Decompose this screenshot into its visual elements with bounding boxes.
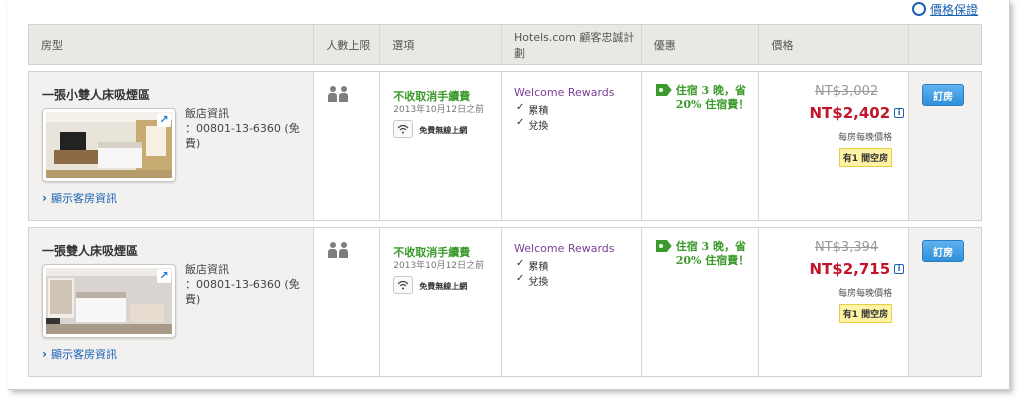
price-guarantee-icon xyxy=(912,2,926,16)
book-cell: 訂房 xyxy=(909,72,981,220)
show-room-info-link[interactable]: › 顯示客房資訊 xyxy=(42,190,117,206)
table-row: 一張雙人床吸煙區 ↗ 飯店資訊 ：00801-13-6360 (免費) › 顯示… xyxy=(28,227,982,377)
chevron-right-icon: › xyxy=(42,347,47,361)
room-photo[interactable]: ↗ xyxy=(42,108,176,182)
reward-item-redeem: ✓ 兌換 xyxy=(516,273,549,288)
options-cell: 不收取消手續費 2013年10月12日之前 免費無線上網 xyxy=(380,228,503,376)
column-header-room-type: 房型 xyxy=(29,25,315,64)
column-header-book xyxy=(909,25,981,64)
per-night-label: 每房每晚價格 xyxy=(838,133,893,143)
room-photo[interactable]: ↗ xyxy=(42,264,176,338)
price-cell: NT$3,394 NT$2,715 i 每房每晚價格 有1 間空房 xyxy=(759,228,910,376)
column-header-price: 價格 xyxy=(759,25,910,64)
welcome-rewards-title: Welcome Rewards xyxy=(514,242,615,255)
original-price: NT$3,002 xyxy=(815,84,879,99)
check-icon: ✓ xyxy=(516,258,525,269)
expand-arrow-icon[interactable]: ↗ xyxy=(157,269,171,283)
original-price: NT$3,394 xyxy=(815,240,879,255)
room-photo-image xyxy=(46,112,172,178)
tag-icon xyxy=(655,84,672,96)
cancel-deadline: 2013年10月12日之前 xyxy=(393,105,485,115)
wifi-icon xyxy=(393,120,414,138)
room-name: 一張雙人床吸煙區 xyxy=(42,244,139,258)
column-header-options: 選項 xyxy=(380,25,502,64)
wifi-label: 免費無線上網 xyxy=(419,282,468,291)
people-icon xyxy=(328,242,349,258)
room-name: 一張小雙人床吸煙區 xyxy=(42,88,151,102)
deal-text: 住宿 3 晚，省 20% 住宿費！ xyxy=(675,240,750,267)
price-guarantee-link[interactable]: 價格保證 xyxy=(912,0,978,16)
hotel-phone: ：00801-13-6360 (免費) xyxy=(185,278,300,306)
wifi-icon xyxy=(393,276,414,294)
offer-cell: 住宿 3 晚，省 20% 住宿費！ xyxy=(642,72,760,220)
expand-arrow-icon[interactable]: ↗ xyxy=(157,113,171,127)
show-room-info-link[interactable]: › 顯示客房資訊 xyxy=(42,346,117,362)
check-icon: ✓ xyxy=(516,117,525,128)
show-room-info-label[interactable]: 顯示客房資訊 xyxy=(51,190,117,206)
people-icon xyxy=(328,86,349,102)
room-rates-table: 房型 人數上限 選項 Hotels.com 顧客忠誠計劃 優惠 價格 一張小雙人… xyxy=(28,24,982,377)
cancel-deadline: 2013年10月12日之前 xyxy=(393,261,485,271)
reward-item-earn: ✓ 累積 xyxy=(516,258,549,273)
loyalty-cell: Welcome Rewards ✓ 累積 ✓ 兌換 xyxy=(502,228,642,376)
book-cell: 訂房 xyxy=(909,228,981,376)
hotel-phone: ：00801-13-6360 (免費) xyxy=(185,122,300,150)
price-cell: NT$3,002 NT$2,402 i 每房每晚價格 有1 間空房 xyxy=(759,72,910,220)
wifi-label: 免費無線上網 xyxy=(419,126,468,135)
discounted-price: NT$2,402 xyxy=(809,104,891,122)
chevron-right-icon: › xyxy=(42,191,47,205)
hotel-info: 飯店資訊 ：00801-13-6360 (免費) xyxy=(185,106,313,151)
room-type-cell: 一張雙人床吸煙區 ↗ 飯店資訊 ：00801-13-6360 (免費) › 顯示… xyxy=(29,228,315,376)
column-header-loyalty: Hotels.com 顧客忠誠計劃 xyxy=(502,25,642,64)
hotel-info-label: 飯店資訊 xyxy=(185,107,229,120)
book-button[interactable]: 訂房 xyxy=(922,84,965,106)
max-guests-cell xyxy=(314,72,381,220)
tag-icon xyxy=(655,240,672,252)
price-guarantee-label[interactable]: 價格保證 xyxy=(930,4,978,16)
deal-text: 住宿 3 晚，省 20% 住宿費！ xyxy=(675,84,750,111)
offer-cell: 住宿 3 晚，省 20% 住宿費！ xyxy=(642,228,760,376)
room-photo-image xyxy=(46,268,172,334)
info-icon[interactable]: i xyxy=(894,108,905,118)
options-cell: 不收取消手續費 2013年10月12日之前 免費無線上網 xyxy=(380,72,503,220)
info-icon[interactable]: i xyxy=(894,264,905,274)
check-icon: ✓ xyxy=(516,102,525,113)
loyalty-cell: Welcome Rewards ✓ 累積 ✓ 兌換 xyxy=(502,72,642,220)
rooms-left-badge: 有1 間空房 xyxy=(838,148,893,167)
reward-item-earn: ✓ 累積 xyxy=(516,102,549,117)
max-guests-cell xyxy=(314,228,381,376)
show-room-info-label[interactable]: 顯示客房資訊 xyxy=(51,346,117,362)
column-header-max-guests: 人數上限 xyxy=(314,25,381,64)
per-night-label: 每房每晚價格 xyxy=(838,289,893,299)
table-row: 一張小雙人床吸煙區 ↗ 飯店資訊 ：00801-13-6360 (免費) › 顯… xyxy=(28,71,982,221)
hotel-info-label: 飯店資訊 xyxy=(185,263,229,276)
column-header-offers: 優惠 xyxy=(642,25,760,64)
room-type-cell: 一張小雙人床吸煙區 ↗ 飯店資訊 ：00801-13-6360 (免費) › 顯… xyxy=(29,72,315,220)
table-header: 房型 人數上限 選項 Hotels.com 顧客忠誠計劃 優惠 價格 xyxy=(28,24,982,65)
reward-item-redeem: ✓ 兌換 xyxy=(516,117,549,132)
check-icon: ✓ xyxy=(516,273,525,284)
rooms-left-badge: 有1 間空房 xyxy=(838,304,893,323)
book-button[interactable]: 訂房 xyxy=(922,240,965,262)
welcome-rewards-title: Welcome Rewards xyxy=(514,86,615,99)
discounted-price: NT$2,715 xyxy=(809,260,891,278)
hotel-info: 飯店資訊 ：00801-13-6360 (免費) xyxy=(185,262,313,307)
